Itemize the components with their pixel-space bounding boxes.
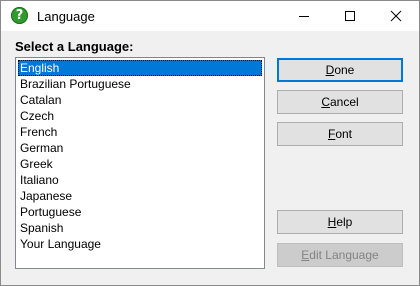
list-item-greek[interactable]: Greek xyxy=(18,156,262,172)
close-icon xyxy=(390,10,402,22)
select-language-label: Select a Language: xyxy=(15,39,134,54)
list-item-your-language[interactable]: Your Language xyxy=(18,236,262,252)
cancel-label: ancel xyxy=(329,95,359,109)
title-bar[interactable]: ? Language xyxy=(1,1,419,31)
help-question-icon: ? xyxy=(11,7,28,24)
cancel-mnemonic: C xyxy=(321,95,330,109)
close-button[interactable] xyxy=(373,1,419,31)
list-item-german[interactable]: German xyxy=(18,140,262,156)
maximize-icon xyxy=(345,11,355,21)
list-item-czech[interactable]: Czech xyxy=(18,108,262,124)
list-item-italiano[interactable]: Italiano xyxy=(18,172,262,188)
language-listbox[interactable]: English Brazilian Portuguese Catalan Cze… xyxy=(15,57,265,269)
list-item-french[interactable]: French xyxy=(18,124,262,140)
list-item-catalan[interactable]: Catalan xyxy=(18,92,262,108)
done-label: one xyxy=(334,63,355,77)
edit-language-button[interactable]: Edit Language xyxy=(277,243,403,267)
cancel-button[interactable]: Cancel xyxy=(277,90,403,114)
done-mnemonic: D xyxy=(325,63,335,77)
help-label: elp xyxy=(336,215,353,229)
list-item-japanese[interactable]: Japanese xyxy=(18,188,262,204)
minimize-icon xyxy=(299,16,309,17)
minimize-button[interactable] xyxy=(281,1,327,31)
help-button[interactable]: Help xyxy=(277,210,403,234)
font-button[interactable]: Font xyxy=(277,122,403,146)
list-item-brazilian-portuguese[interactable]: Brazilian Portuguese xyxy=(18,76,262,92)
list-item-portuguese[interactable]: Portuguese xyxy=(18,204,262,220)
language-dialog: ? Language Select a Language: English Br… xyxy=(0,0,420,286)
window-title: Language xyxy=(37,9,95,24)
list-item-english[interactable]: English xyxy=(18,60,262,76)
edit-language-label: dit Language xyxy=(309,248,379,262)
done-button[interactable]: Done xyxy=(277,58,403,82)
list-item-spanish[interactable]: Spanish xyxy=(18,220,262,236)
font-label: ont xyxy=(335,127,353,141)
maximize-button[interactable] xyxy=(327,1,373,31)
